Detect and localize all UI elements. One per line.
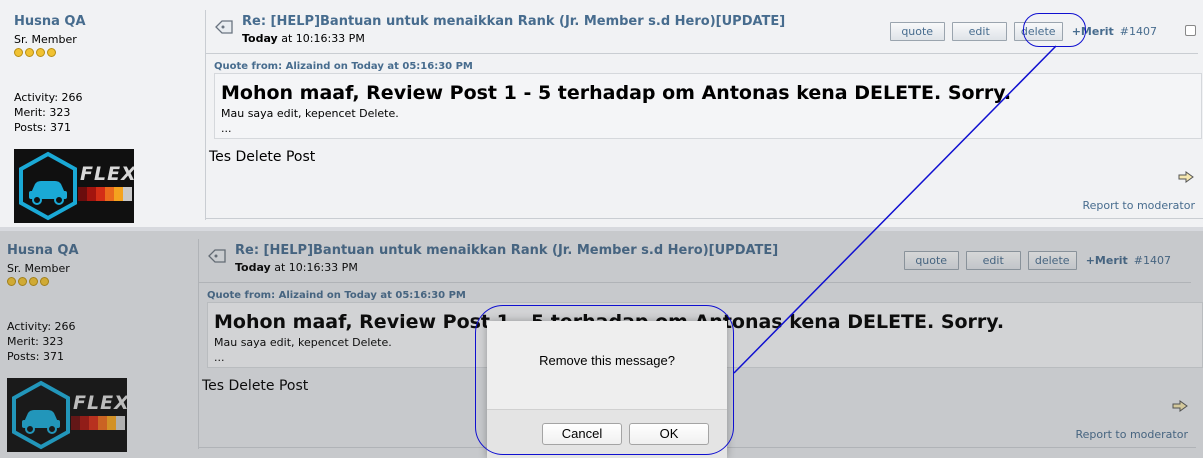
divider [205,10,206,220]
message-number-link[interactable]: #1407 [1120,25,1157,38]
avatar: FLEX [7,378,127,452]
quote-block: Mohon maaf, Review Post 1 - 5 terhadap o… [214,73,1202,139]
delete-highlight-ellipse [1023,13,1086,47]
star-icon [47,48,56,57]
rank-stars [14,48,204,58]
poster-merit: Merit: 323 [14,106,71,119]
quote-ellipsis: ... [221,122,232,135]
post-time: Today at 10:16:33 PM [242,32,365,45]
report-hand-icon[interactable] [1177,169,1195,185]
poster-activity: Activity: 266 [7,320,76,333]
poster-name[interactable]: Husna QA [7,243,197,258]
quote-ellipsis: ... [214,351,225,364]
quote-button[interactable]: quote [903,251,959,270]
car-hexagon-icon [19,151,77,221]
edit-button[interactable]: edit [965,251,1021,270]
ok-button[interactable]: OK [629,423,709,445]
avatar-stripes [78,187,132,201]
post-time-day: Today [242,32,278,45]
report-hand-icon[interactable] [1171,398,1189,414]
dialog-message: Remove this message? [539,353,675,368]
quote-header-link[interactable]: Quote from: Alizaind on Today at 05:16:3… [214,61,473,72]
quote-title: Mohon maaf, Review Post 1 - 5 terhadap o… [221,82,1012,104]
report-to-moderator-link[interactable]: Report to moderator [1082,199,1195,212]
poster-info: Husna QA Sr. Member [7,243,197,287]
post-subject-link[interactable]: Re: [HELP]Bantuan untuk menaikkan Rank (… [235,243,778,258]
quote-text: Mau saya edit, kepencet Delete. [221,107,399,120]
merit-link[interactable]: +Merit [1086,254,1128,267]
post-subject-link[interactable]: Re: [HELP]Bantuan untuk menaikkan Rank (… [242,14,785,29]
post-icon [215,20,233,34]
star-icon [7,277,16,286]
avatar: FLEX [14,149,134,223]
poster-posts: Posts: 371 [7,350,64,363]
post-actions: quote edit delete +Merit #1407 [883,22,1157,41]
star-icon [14,48,23,57]
car-hexagon-icon [12,380,70,450]
post-time-rest: at 10:16:33 PM [277,32,365,45]
confirm-remove-dialog: Remove this message? Cancel OK [487,321,727,458]
divider [199,282,1191,283]
cancel-button[interactable]: Cancel [542,423,622,445]
star-icon [25,48,34,57]
poster-rank: Sr. Member [7,262,70,275]
post-body: Tes Delete Post [202,378,309,394]
rank-stars [7,277,197,287]
post-time-rest: at 10:16:33 PM [270,261,358,274]
poster-posts: Posts: 371 [14,121,71,134]
message-number-link[interactable]: #1407 [1134,254,1171,267]
star-icon [40,277,49,286]
quote-header-link[interactable]: Quote from: Alizaind on Today at 05:16:3… [207,290,466,301]
post-actions: quote edit delete +Merit #1407 [897,251,1171,270]
post-icon [208,249,226,263]
poster-info: Husna QA Sr. Member [14,14,204,58]
quote-button[interactable]: quote [889,22,945,41]
avatar-text: FLEX [73,392,127,414]
avatar-stripes [71,416,125,430]
star-icon [18,277,27,286]
star-icon [29,277,38,286]
screenshot-separator [0,227,1203,231]
quote-text: Mau saya edit, kepencet Delete. [214,336,392,349]
poster-rank: Sr. Member [14,33,77,46]
divider [206,53,1198,54]
poster-name[interactable]: Husna QA [14,14,204,29]
dialog-footer: Cancel OK [487,409,727,458]
post-body: Tes Delete Post [209,149,316,165]
poster-stats: Activity: 266 Merit: 323 Posts: 371 [14,90,83,135]
post-time-day: Today [235,261,271,274]
divider [198,239,199,449]
delete-button[interactable]: delete [1027,251,1077,270]
poster-activity: Activity: 266 [14,91,83,104]
poster-merit: Merit: 323 [7,335,64,348]
report-to-moderator-link[interactable]: Report to moderator [1075,428,1188,441]
divider [206,218,1203,219]
select-post-checkbox[interactable] [1185,25,1196,36]
star-icon [36,48,45,57]
poster-stats: Activity: 266 Merit: 323 Posts: 371 [7,319,76,364]
post-time: Today at 10:16:33 PM [235,261,358,274]
avatar-text: FLEX [80,163,134,185]
edit-button[interactable]: edit [951,22,1007,41]
